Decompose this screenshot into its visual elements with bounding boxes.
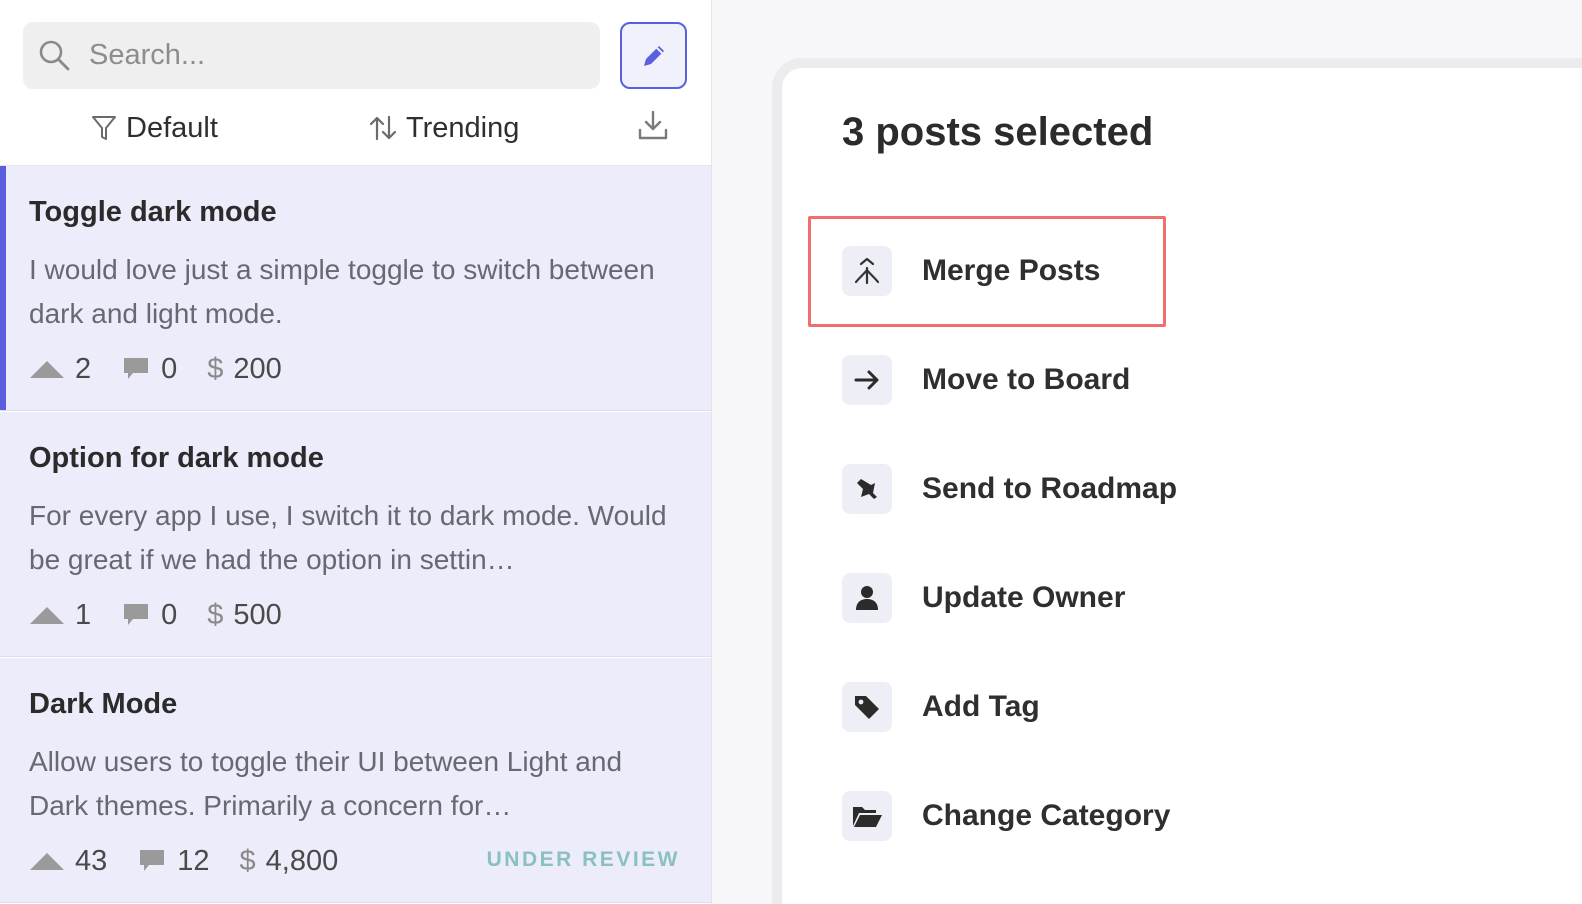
arrow-right-icon xyxy=(842,355,892,405)
opportunity-value-amount: 500 xyxy=(233,598,282,631)
comment-icon xyxy=(124,358,149,379)
comment-count-value: 0 xyxy=(161,352,178,385)
currency-symbol: $ xyxy=(207,598,224,631)
download-icon xyxy=(638,110,668,140)
comment-icon xyxy=(124,604,149,625)
folder-open-icon xyxy=(842,791,892,841)
send-to-roadmap-button[interactable]: Send to Roadmap xyxy=(842,464,1177,514)
bulk-actions-panel: 3 posts selected Merge Posts Move to Boa… xyxy=(772,58,1582,904)
pencil-icon xyxy=(643,45,664,66)
action-label: Change Category xyxy=(922,799,1171,832)
sort-trending-label: Trending xyxy=(406,111,520,144)
opportunity-value-amount: 200 xyxy=(233,352,282,385)
upvote-icon xyxy=(30,853,64,870)
post-description: Allow users to toggle their UI between L… xyxy=(29,746,623,821)
vote-count-value: 43 xyxy=(75,844,108,877)
comment-icon xyxy=(140,850,165,871)
vote-count-value: 2 xyxy=(75,352,92,385)
post-item[interactable]: Dark Mode Allow users to toggle their UI… xyxy=(0,658,711,903)
filter-bar: Default Trending xyxy=(0,100,711,166)
filter-icon xyxy=(92,116,116,140)
opportunity-value: $ 200 xyxy=(207,353,282,386)
post-title: Option for dark mode xyxy=(29,442,324,474)
vote-count[interactable]: 43 xyxy=(29,845,107,878)
post-list-panel: Default Trending Toggle dark mode I woul… xyxy=(0,0,712,904)
post-item[interactable]: Option for dark mode For every app I use… xyxy=(0,412,711,657)
tag-icon xyxy=(842,682,892,732)
post-stats: 1 0 $ 500 xyxy=(29,595,312,635)
action-label: Add Tag xyxy=(922,690,1040,723)
merge-icon xyxy=(842,246,892,296)
sort-icon xyxy=(369,115,397,141)
search-box[interactable] xyxy=(23,22,600,89)
comment-count: 12 xyxy=(137,844,210,878)
change-category-button[interactable]: Change Category xyxy=(842,791,1170,841)
post-stats: 2 0 $ 200 xyxy=(29,349,312,389)
currency-symbol: $ xyxy=(207,352,224,385)
selection-count-title: 3 posts selected xyxy=(842,110,1154,154)
post-description: I would love just a simple toggle to swi… xyxy=(29,254,655,329)
post-title: Toggle dark mode xyxy=(29,196,277,228)
post-title: Dark Mode xyxy=(29,688,178,720)
comment-count-value: 0 xyxy=(161,598,178,631)
move-to-board-button[interactable]: Move to Board xyxy=(842,355,1130,405)
upvote-icon xyxy=(30,607,64,624)
search-icon xyxy=(39,40,70,71)
add-tag-button[interactable]: Add Tag xyxy=(842,682,1040,732)
post-stats: 43 12 $ 4,800 xyxy=(29,841,368,881)
vote-count[interactable]: 1 xyxy=(29,599,91,632)
filter-default-label: Default xyxy=(126,111,218,144)
comment-count: 0 xyxy=(121,353,177,386)
opportunity-value: $ 500 xyxy=(207,599,282,632)
merge-posts-button[interactable]: Merge Posts xyxy=(842,246,1100,296)
sort-trending-button[interactable]: Trending xyxy=(368,108,519,148)
user-icon xyxy=(842,573,892,623)
action-label: Update Owner xyxy=(922,581,1126,614)
opportunity-value: $ 4,800 xyxy=(240,845,339,878)
action-label: Send to Roadmap xyxy=(922,472,1178,505)
app-window: Default Trending Toggle dark mode I woul… xyxy=(0,0,1582,904)
post-item[interactable]: Toggle dark mode I would love just a sim… xyxy=(0,166,711,411)
comment-count-value: 12 xyxy=(177,844,210,877)
opportunity-value-amount: 4,800 xyxy=(265,844,339,877)
currency-symbol: $ xyxy=(239,844,256,877)
vote-count[interactable]: 2 xyxy=(29,353,91,386)
comment-count: 0 xyxy=(121,599,177,632)
action-label: Merge Posts xyxy=(922,254,1101,287)
status-badge: UNDER REVIEW xyxy=(486,848,680,871)
action-label: Move to Board xyxy=(922,363,1131,396)
filter-default-button[interactable]: Default xyxy=(90,108,218,148)
export-button[interactable] xyxy=(636,108,670,144)
create-post-button[interactable] xyxy=(620,22,687,89)
search-input[interactable] xyxy=(89,22,589,89)
post-description: For every app I use, I switch it to dark… xyxy=(29,500,667,575)
upvote-icon xyxy=(30,361,64,378)
update-owner-button[interactable]: Update Owner xyxy=(842,573,1125,623)
pin-icon xyxy=(842,464,892,514)
vote-count-value: 1 xyxy=(75,598,92,631)
